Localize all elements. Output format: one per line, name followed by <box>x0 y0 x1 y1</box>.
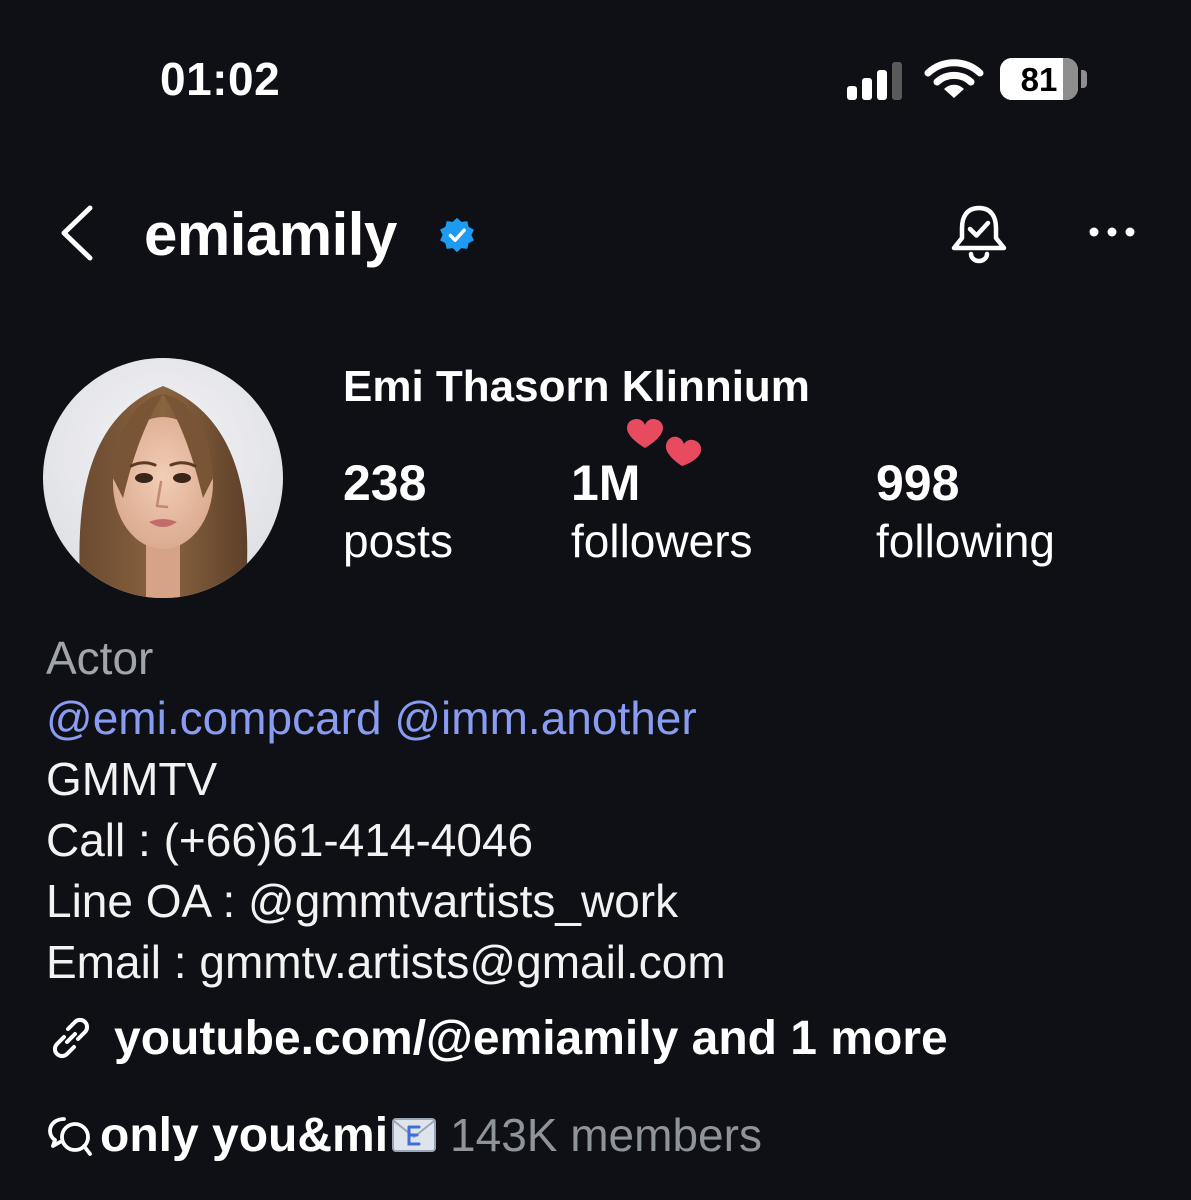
channel-member-count: 143K members <box>450 1109 762 1161</box>
stat-followers[interactable]: 1M followers <box>571 454 753 570</box>
mention-link[interactable]: @imm.another <box>394 692 696 744</box>
link-icon <box>52 1017 90 1059</box>
stat-followers-label: followers <box>571 515 753 567</box>
profile-display-name: Emi Thasorn Klinnium <box>343 362 810 411</box>
back-button[interactable] <box>50 200 106 266</box>
stat-posts-label: posts <box>343 515 453 567</box>
broadcast-channel[interactable]: only you&mi 143K members <box>46 1104 762 1166</box>
notifications-bell-button[interactable] <box>944 200 1014 270</box>
bio-line: Call : (+66)61-414-4046 <box>46 814 534 866</box>
stat-following-label: following <box>876 515 1055 567</box>
stat-following-value: 998 <box>876 455 960 511</box>
external-links[interactable]: youtube.com/@emiamily and 1 more <box>46 1008 948 1068</box>
verified-badge-icon <box>440 217 474 253</box>
bio-category: Actor <box>46 632 154 684</box>
battery-percent: 81 <box>1020 61 1058 98</box>
broadcast-channel-icon <box>48 1117 92 1156</box>
channel-name: only you&mi <box>100 1108 389 1162</box>
wifi-icon <box>924 59 984 98</box>
cellular-signal-icon <box>847 62 902 100</box>
stat-posts[interactable]: 238 posts <box>343 454 453 570</box>
battery-indicator: 81 <box>1000 58 1078 100</box>
profile-avatar[interactable] <box>43 358 283 598</box>
status-time: 01:02 <box>160 53 281 105</box>
bio-line: GMMTV <box>46 753 218 805</box>
envelope-emoji-icon <box>392 1118 437 1152</box>
bio-line: Email : gmmtv.artists@gmail.com <box>46 936 726 988</box>
stat-followers-value: 1M <box>571 455 641 511</box>
more-options-button[interactable] <box>1084 212 1140 252</box>
stat-posts-value: 238 <box>343 455 427 511</box>
profile-username: emiamily <box>144 201 397 268</box>
mention-link[interactable]: @emi.compcard <box>46 692 382 744</box>
battery-tip <box>1081 70 1087 88</box>
stat-following[interactable]: 998 following <box>876 454 1055 570</box>
bio-line: Line OA : @gmmtvartists_work <box>46 875 679 927</box>
external-link-text: youtube.com/@emiamily and 1 more <box>114 1011 948 1065</box>
bio-mentions: @emi.compcard @imm.another <box>46 690 697 746</box>
